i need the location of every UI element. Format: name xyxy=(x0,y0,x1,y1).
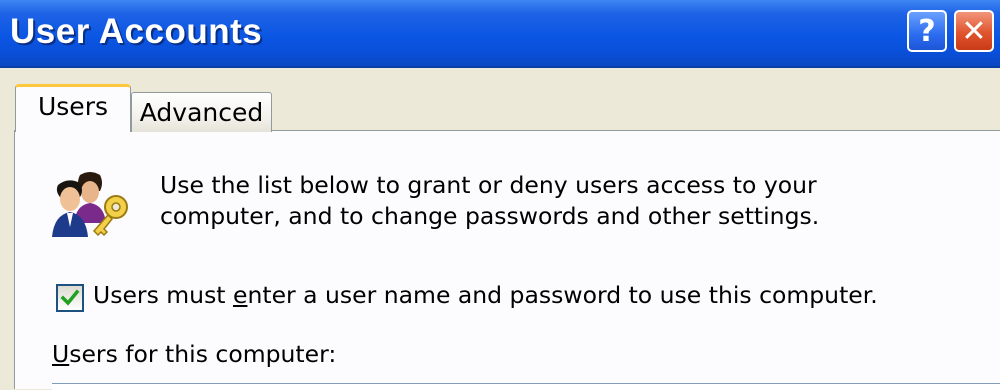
users-list-label: Users for this computer: xyxy=(52,340,337,368)
tab-users-label: Users xyxy=(37,92,108,121)
close-icon: ✕ xyxy=(961,13,987,49)
tab-advanced[interactable]: Advanced xyxy=(131,92,272,132)
users-description: Use the list below to grant or deny user… xyxy=(160,170,920,232)
help-button[interactable]: ? xyxy=(907,10,947,52)
description-line-1: Use the list below to grant or deny user… xyxy=(160,171,817,199)
description-line-2: computer, and to change passwords and ot… xyxy=(160,202,820,230)
close-button[interactable]: ✕ xyxy=(954,10,994,52)
tab-users[interactable]: Users xyxy=(15,84,131,132)
help-icon: ? xyxy=(918,13,936,49)
require-login-label[interactable]: Users must enter a user name and passwor… xyxy=(93,281,878,309)
require-login-checkbox[interactable] xyxy=(56,284,84,312)
checkmark-icon xyxy=(60,289,80,306)
window-title: User Accounts xyxy=(10,12,263,51)
title-bar[interactable]: User Accounts ? ✕ xyxy=(0,0,1000,68)
tab-advanced-label: Advanced xyxy=(139,98,264,127)
users-keys-icon xyxy=(50,165,140,245)
